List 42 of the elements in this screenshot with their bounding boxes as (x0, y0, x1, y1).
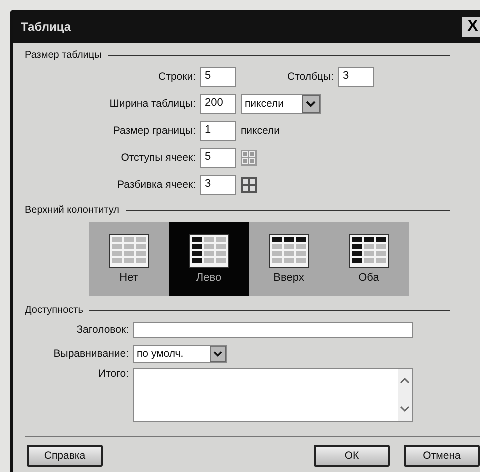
cancel-button[interactable]: Отмена (404, 445, 480, 467)
unit-label: пиксели (241, 124, 280, 136)
summary-field[interactable] (133, 368, 413, 422)
field-label: Столбцы: (286, 70, 335, 82)
header-option[interactable]: Оба (329, 222, 409, 296)
align-dropdown[interactable]: по умолч. (133, 345, 227, 363)
cell-spacing-icon (241, 176, 257, 192)
section-heading: Размер таблицы (25, 50, 102, 60)
field-label: Выравнивание: (52, 348, 130, 360)
input-field[interactable]: 1 (200, 120, 236, 140)
ok-button[interactable]: ОК (314, 445, 390, 467)
header-option[interactable]: Вверх (249, 222, 329, 296)
input-field[interactable]: 5 (200, 66, 236, 86)
section-heading: Верхний колонтитул (25, 204, 120, 216)
field-label: Строки: (158, 70, 197, 82)
field-label: Отступы ячеек: (120, 152, 197, 164)
header-option[interactable]: Нет (89, 222, 169, 296)
help-button[interactable]: Справка (27, 445, 103, 467)
section-heading: Доступность (25, 304, 84, 316)
scroll-up-icon[interactable] (400, 377, 410, 385)
field-label: Разбивка ячеек: (116, 178, 197, 190)
field-label: Заголовок: (76, 324, 130, 336)
close-button[interactable]: X (462, 17, 480, 37)
table-icon (269, 234, 309, 268)
header-option[interactable]: Лево (169, 222, 249, 296)
table-icon (349, 234, 389, 268)
window-title: Таблица (21, 20, 72, 34)
input-field[interactable]: 3 (338, 66, 374, 86)
input-field[interactable]: 5 (200, 148, 236, 168)
input-field[interactable]: 3 (200, 174, 236, 194)
caption-field[interactable] (133, 322, 413, 338)
field-label: Размер границы: (112, 124, 197, 136)
field-label: Ширина таблицы: (108, 98, 197, 110)
input-field[interactable]: 200 (200, 94, 236, 114)
cell-padding-icon (241, 150, 257, 166)
scroll-down-icon[interactable] (400, 405, 410, 413)
table-icon (109, 234, 149, 268)
unit-dropdown[interactable]: пиксели (241, 94, 321, 114)
caret-icon (210, 346, 226, 362)
field-label: Итого: (98, 368, 130, 380)
table-icon (189, 234, 229, 268)
caret-icon (302, 94, 320, 112)
